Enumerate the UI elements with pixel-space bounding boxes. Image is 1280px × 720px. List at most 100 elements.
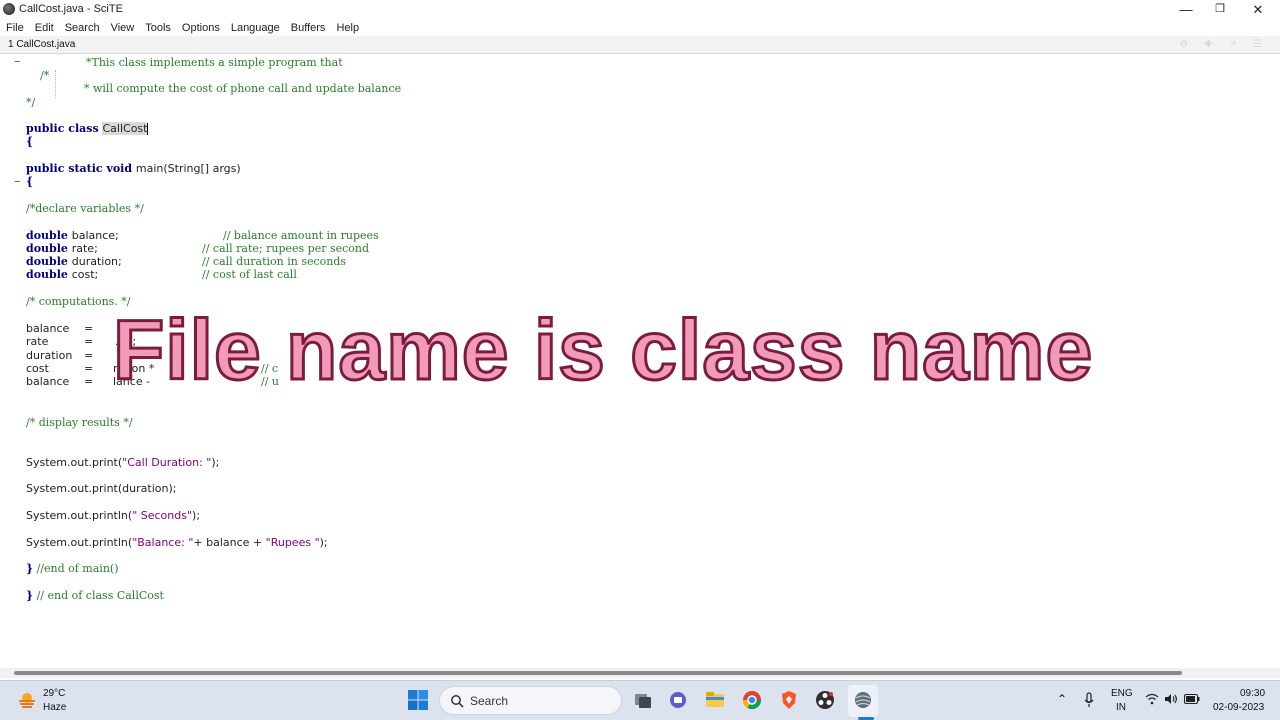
indent-guide: [55, 70, 56, 98]
tab-callcost-java[interactable]: 1 CallCost.java: [8, 39, 75, 50]
restore-button[interactable]: ❐: [1202, 0, 1238, 19]
identifier: );: [319, 536, 328, 549]
comment-text: /*: [40, 69, 50, 82]
battery-icon[interactable]: [1184, 694, 1200, 704]
taskbar-search-box[interactable]: Search: [439, 686, 622, 715]
identifier: balance: [26, 322, 70, 335]
text-caret: [147, 123, 149, 135]
fold-minus-icon[interactable]: −: [14, 176, 20, 188]
selected-class-name: CallCost: [102, 122, 148, 135]
search-icon: [451, 695, 464, 708]
identifier: );: [192, 509, 201, 522]
keyword: public static void: [26, 162, 136, 175]
identifier: balance: [26, 375, 70, 388]
string-literal: " Seconds": [132, 509, 193, 522]
haze-weather-icon[interactable]: [17, 691, 37, 709]
pin-icon: ✚: [1204, 39, 1213, 50]
keyword: double: [26, 255, 72, 268]
code-line: } //end of main(): [26, 562, 118, 575]
code-brace: {: [26, 175, 34, 188]
identifier: cost: [26, 362, 49, 375]
comment-text: // balance amount in rupees: [223, 229, 379, 242]
comment-text: // call rate; rupees per second: [202, 242, 370, 255]
identifier: rate: [26, 335, 49, 348]
code-line: /*: [26, 56, 49, 95]
task-view-icon[interactable]: [632, 689, 654, 711]
keyword: double: [26, 229, 72, 242]
scrollbar-thumb[interactable]: [14, 671, 1182, 675]
code-brace: {: [26, 135, 34, 148]
comment-text: //end of main(): [33, 562, 119, 575]
close-button[interactable]: ✕: [1240, 0, 1276, 19]
weather-description[interactable]: Haze: [43, 702, 66, 713]
clock-date[interactable]: 02-09-2023: [1213, 702, 1264, 713]
windows-start-icon[interactable]: [408, 690, 428, 710]
comment-text: // end of class CallCost: [33, 589, 164, 602]
menu-edit[interactable]: Edit: [35, 22, 54, 34]
code-line: double cost;: [26, 268, 98, 281]
identifier: duration;: [71, 255, 122, 268]
list-icon: ☰: [1253, 39, 1262, 50]
menu-help[interactable]: Help: [336, 22, 359, 34]
identifier: duration: [26, 349, 73, 362]
title-bar: CallCost.java - SciTE — ❐ ✕: [0, 0, 1280, 19]
weather-temperature[interactable]: 29°C: [43, 688, 65, 699]
assign-operator: =: [84, 349, 94, 362]
code-line: double duration;: [26, 255, 122, 268]
fold-minus-icon[interactable]: −: [14, 56, 20, 68]
microphone-icon[interactable]: [1083, 692, 1095, 708]
string-literal: "Rupees ": [265, 536, 320, 549]
scite-app-icon: [3, 3, 15, 15]
wifi-icon[interactable]: [1145, 693, 1159, 705]
menu-options[interactable]: Options: [182, 22, 220, 34]
identifier: System.out.print(duration);: [26, 482, 177, 495]
gear-icon: ⚙: [1179, 39, 1189, 50]
code-line: System.out.println(" Seconds");: [26, 509, 200, 522]
show-hidden-icons-chevron-icon[interactable]: ⌃: [1057, 692, 1067, 706]
keyword: double: [26, 268, 72, 281]
language-indicator[interactable]: ENG: [1111, 688, 1133, 699]
code-line: System.out.print(duration);: [26, 482, 176, 495]
menu-file[interactable]: File: [6, 22, 24, 34]
comment-text: /* display results */: [26, 416, 133, 429]
identifier: rate;: [71, 242, 98, 255]
comment-text: */: [26, 96, 36, 109]
comment-text: // call duration in seconds: [202, 255, 347, 268]
file-explorer-icon[interactable]: [704, 689, 726, 711]
menu-buffers[interactable]: Buffers: [291, 22, 326, 34]
search-label: Search: [470, 694, 509, 708]
comment-text: /*declare variables */: [26, 202, 144, 215]
code-line: double rate;: [26, 242, 98, 255]
chrome-icon[interactable]: [741, 689, 763, 711]
menu-search[interactable]: Search: [65, 22, 100, 34]
menu-bar: File Edit Search View Tools Options Lang…: [0, 19, 1280, 36]
menu-language[interactable]: Language: [231, 22, 280, 34]
chat-icon[interactable]: [667, 689, 689, 711]
volume-icon[interactable]: [1164, 693, 1178, 705]
window-title: CallCost.java - SciTE: [19, 3, 123, 15]
obs-studio-icon[interactable]: [814, 689, 836, 711]
code-line: public static void main(String[] args): [26, 162, 241, 175]
code-line: System.out.print("Call Duration: ");: [26, 456, 219, 469]
horizontal-scrollbar[interactable]: [0, 668, 1280, 678]
menu-view[interactable]: View: [111, 22, 135, 34]
assign-operator: =: [84, 362, 94, 375]
string-literal: "Balance: ": [132, 536, 194, 549]
language-region[interactable]: IN: [1116, 702, 1126, 713]
code-line: } // end of class CallCost: [26, 589, 164, 602]
comment-text: *This class implements a simple program …: [86, 56, 343, 69]
overlay-caption: File name is class name: [112, 302, 1094, 399]
keyword: public class: [26, 122, 103, 135]
scite-taskbar-icon[interactable]: [852, 689, 874, 711]
identifier: );: [211, 456, 220, 469]
identifier: balance;: [71, 229, 119, 242]
brave-browser-icon[interactable]: [778, 689, 800, 711]
clock-time[interactable]: 09:30: [1240, 688, 1265, 699]
assign-operator: =: [84, 375, 94, 388]
taskbar: 29°C Haze Search ⌃ ENG IN 09:30 02-09-20…: [0, 680, 1280, 720]
faded-toolbar-icons: ⚙ ✚ ↗ ☰: [1179, 39, 1262, 50]
keyword: double: [26, 242, 72, 255]
menu-tools[interactable]: Tools: [145, 22, 171, 34]
identifier: System.out.println(: [26, 536, 133, 549]
minimize-button[interactable]: —: [1168, 0, 1204, 19]
